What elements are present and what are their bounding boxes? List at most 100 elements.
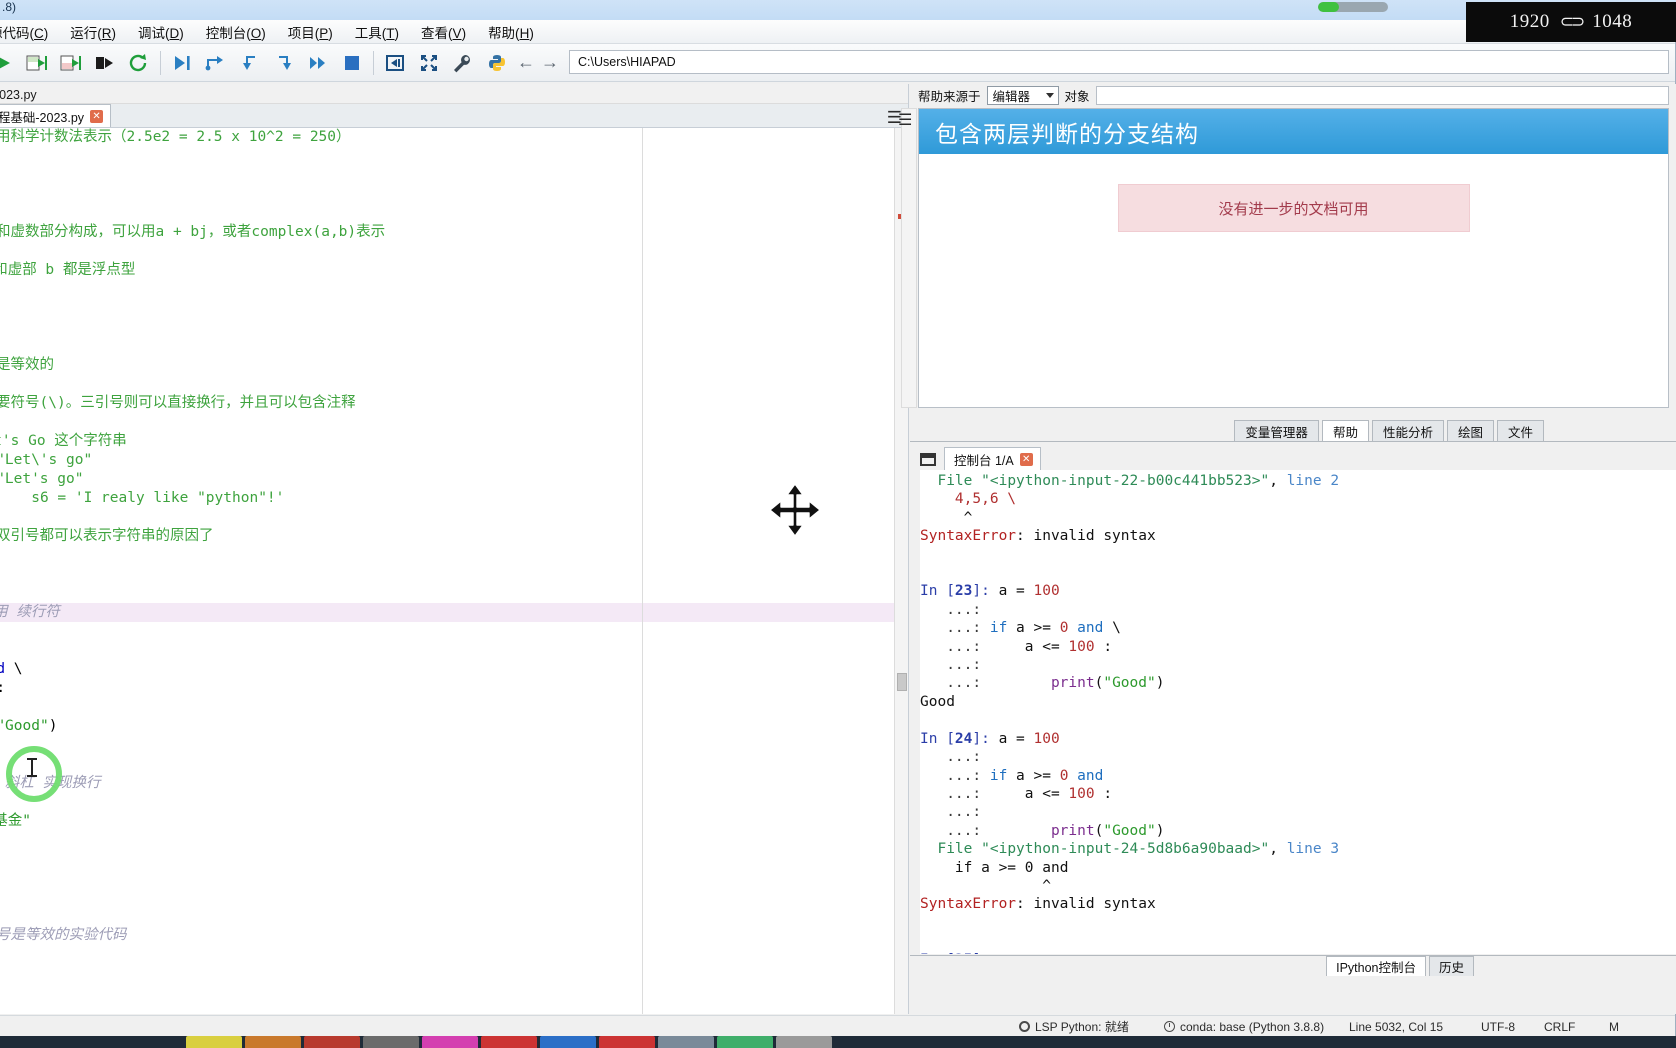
menu-console[interactable]: 控制台(O) (195, 20, 277, 44)
taskbar-item[interactable] (776, 1036, 832, 1048)
menu-debug[interactable]: 调试(D) (127, 20, 195, 44)
taskbar-item[interactable] (658, 1036, 714, 1048)
console-window-icon[interactable] (920, 453, 936, 466)
console-span: : invalid syntax (1016, 528, 1156, 545)
tab-plots[interactable]: 绘图 (1446, 420, 1494, 441)
continue-icon[interactable] (301, 46, 335, 80)
tab-ipython-console[interactable]: IPython控制台 (1326, 956, 1426, 976)
editor-tab-label: Python 量化编程基础-2023.py (0, 110, 85, 125)
toolbar-separator-2 (160, 50, 161, 75)
code-line: f 条件中使用 续行符 (0, 603, 908, 622)
console-span: File (937, 841, 982, 858)
close-icon[interactable]: ✕ (1019, 452, 1033, 466)
taskbar-item[interactable] (245, 1036, 301, 1048)
editor-tab-active[interactable]: Python 量化编程基础-2023.py ✕ (0, 104, 112, 127)
console-span: "<ipython-input-22-b00c441bb523>" (981, 473, 1270, 489)
tab-help[interactable]: 帮助 (1321, 420, 1369, 441)
console-span: and (1033, 859, 1069, 876)
run-cell-advance-icon[interactable] (54, 46, 88, 80)
console-span: and (1077, 620, 1104, 637)
console-line: ...: a <= 100 : (920, 785, 1676, 803)
menu-tools[interactable]: 工具(T) (344, 20, 410, 44)
code-line: 果要表示 Let's Go 这个字符串 (0, 432, 908, 451)
menu-source[interactable]: 源代码(C) (0, 20, 59, 44)
menu-project[interactable]: 项目(P) (277, 20, 344, 44)
working-directory-path[interactable]: C:\Users\HIAPAD (569, 50, 1669, 74)
maximize-pane-icon[interactable] (378, 46, 412, 80)
console-line: 4,5,6 \ (920, 490, 1676, 508)
console-span: Good (920, 693, 955, 710)
help-object-input[interactable] (1095, 85, 1669, 105)
console-tab[interactable]: 控制台 1/A ✕ (944, 447, 1041, 470)
console-line: ...: print("Good") (920, 674, 1676, 692)
tab-variable-explorer[interactable]: 变量管理器 (1234, 420, 1319, 441)
debug-icon[interactable] (165, 46, 199, 80)
tab-label: 帮助 (1332, 425, 1358, 440)
step-into-icon[interactable] (233, 46, 267, 80)
console-span: 24 (954, 730, 973, 747)
menu-run[interactable]: 运行(R) (59, 20, 127, 44)
console-span: if (989, 620, 1008, 637)
taskbar-item[interactable] (186, 1036, 242, 1048)
editor-scrollbar-thumb[interactable] (897, 673, 907, 691)
taskbar-item[interactable] (599, 1036, 655, 1048)
stop-icon[interactable] (335, 46, 369, 80)
console-output[interactable]: File "<ipython-input-22-b00c441bb523>", … (920, 470, 1676, 954)
code-line: s6 = 'I realy like "python"!' (0, 489, 908, 508)
help-options-icon[interactable]: ☰ (898, 110, 912, 130)
osd-width: 1920 (1509, 11, 1550, 32)
tab-label: 绘图 (1457, 425, 1483, 440)
console-line: In [25]: (920, 951, 1676, 954)
tab-profiler[interactable]: 性能分析 (1371, 420, 1444, 441)
console-span: ^ (920, 877, 1051, 894)
run-file-icon[interactable] (0, 46, 20, 80)
step-over-icon[interactable] (199, 46, 233, 80)
console-line: if a >= 0 and (920, 859, 1676, 877)
console-span: 0 (1024, 859, 1034, 876)
console-span: 100 (1068, 638, 1095, 655)
taskbar (0, 1036, 1676, 1048)
help-scrollbar[interactable] (901, 108, 917, 408)
console-span: print (1050, 675, 1095, 692)
help-source-select[interactable]: 编辑器 (986, 85, 1059, 105)
code-span: 引号：s4 = "Let\'s go" (0, 452, 93, 468)
back-arrow-icon[interactable]: ← (517, 52, 535, 73)
mnemonic: D (169, 25, 180, 41)
editor-code-area[interactable]: 点型也可以使用科学计数法表示（2.5e2 = 2.5 x 10^2 = 250）… (0, 128, 908, 1014)
pythonpath-icon[interactable] (480, 46, 514, 80)
code-line: 点型也可以使用科学计数法表示（2.5e2 = 2.5 x 10^2 = 250） (0, 128, 908, 147)
tab-files[interactable]: 文件 (1496, 420, 1544, 441)
code-span: 数的实部 a 和虚部 b 都是浮点型 (0, 262, 136, 278)
console-span: ...: (920, 657, 990, 674)
close-icon[interactable]: ✕ (90, 109, 104, 123)
code-line: 字符串中使用 斜杠 实现换行 (0, 774, 908, 793)
re-run-icon[interactable] (122, 46, 156, 80)
run-selection-icon[interactable] (88, 46, 122, 80)
taskbar-item[interactable] (363, 1036, 419, 1048)
menu-help[interactable]: 帮助(H) (477, 20, 545, 44)
run-cell-icon[interactable] (20, 46, 54, 80)
editor-file-label: 量化编程基础-2023.py (0, 88, 37, 102)
step-return-icon[interactable] (267, 46, 301, 80)
console-span: ...: (920, 749, 990, 766)
taskbar-item[interactable] (422, 1036, 478, 1048)
taskbar-item[interactable] (717, 1036, 773, 1048)
console-span (920, 491, 955, 507)
menu-view[interactable]: 查看(V) (410, 20, 477, 44)
taskbar-item[interactable] (540, 1036, 596, 1048)
taskbar-item[interactable] (481, 1036, 537, 1048)
console-span: ...: (920, 767, 990, 784)
taskbar-item[interactable] (304, 1036, 360, 1048)
preferences-icon[interactable] (446, 46, 480, 80)
tab-history[interactable]: 历史 (1428, 956, 1474, 976)
code-line: = 100 (0, 622, 908, 641)
code-line: 就是单引号和双引号都可以表示字符串的原因了 (0, 527, 908, 546)
mnemonic: H (519, 25, 530, 41)
console-span: if (989, 767, 1008, 784)
fullscreen-icon[interactable] (412, 46, 446, 80)
forward-arrow-icon[interactable]: → (541, 52, 559, 73)
console-span: and (1077, 767, 1104, 784)
